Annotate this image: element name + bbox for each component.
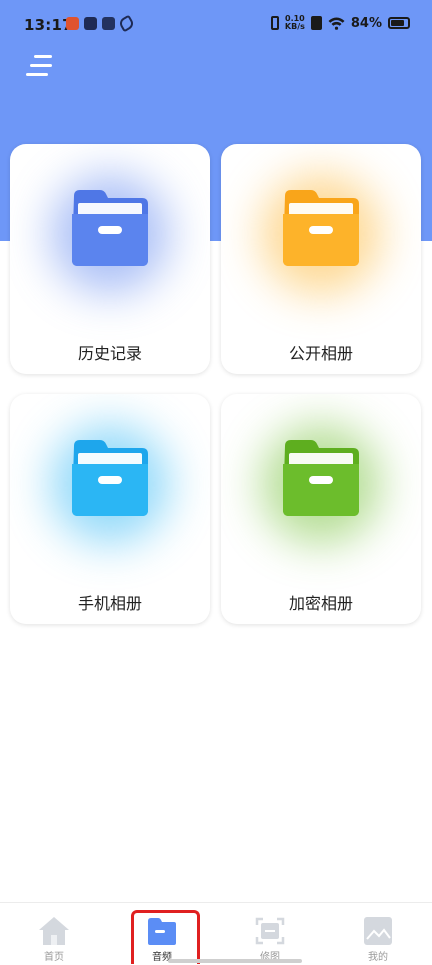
link-notification-icon (117, 14, 136, 33)
folder-icon (72, 440, 148, 516)
system-icons: 0.10 KB/s 84% (270, 15, 410, 31)
notification-icons (66, 14, 136, 33)
nav-label: 首页 (44, 952, 64, 963)
home-icon (39, 917, 69, 945)
nav-item-mine[interactable]: 我的 (324, 903, 432, 965)
crop-icon (255, 917, 285, 945)
nav-item-home[interactable]: 首页 (0, 903, 108, 965)
card-label: 加密相册 (288, 594, 353, 613)
nav-label: 我的 (368, 952, 388, 963)
net-speed-unit: KB/s (284, 22, 305, 31)
battery-level (391, 20, 405, 26)
mail-notification-icon (102, 17, 115, 30)
battery-percentage: 84% (350, 15, 382, 31)
folder-icon (283, 190, 359, 266)
card-history[interactable]: 历史记录 (10, 144, 210, 374)
vibrate-icon (270, 16, 279, 30)
play-notification-icon (84, 17, 97, 30)
menu-icon[interactable] (26, 54, 54, 78)
card-label: 手机相册 (77, 594, 142, 613)
bottom-nav: 首页 音频 修图 我的 (0, 902, 432, 965)
battery-icon (388, 17, 410, 29)
wifi-icon (328, 17, 345, 30)
folder-icon (148, 918, 176, 945)
nav-item-edit[interactable]: 修图 (216, 903, 324, 965)
folder-icon (72, 190, 148, 266)
status-bar: 13:17 0.10 KB/s 84% (0, 0, 432, 52)
card-public-album[interactable]: 公开相册 (221, 144, 421, 374)
sim-icon (310, 16, 322, 30)
card-label: 历史记录 (77, 344, 142, 363)
card-phone-album[interactable]: 手机相册 (10, 394, 210, 624)
card-label: 公开相册 (288, 344, 353, 363)
folder-icon (283, 440, 359, 516)
net-speed: 0.10 KB/s (285, 15, 305, 31)
nav-item-audio[interactable]: 音频 (108, 903, 216, 965)
home-indicator (168, 959, 302, 963)
app-notification-icon (66, 17, 79, 30)
card-encrypted-album[interactable]: 加密相册 (221, 394, 421, 624)
image-icon (364, 917, 392, 945)
